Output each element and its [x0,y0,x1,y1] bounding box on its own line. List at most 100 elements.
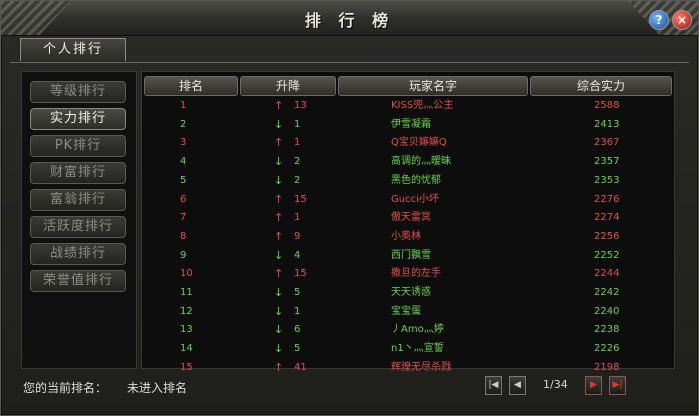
column-header-power[interactable]: 综合实力 [530,76,672,96]
change-cell: 1 [294,137,301,149]
player-name-cell: KISS兜灬公主 [391,100,454,111]
category-activity-button[interactable]: 活跃度排行 [30,216,126,238]
change-cell: 2 [294,174,301,186]
table-row[interactable]: 4 ↓ 2 高调的灬暧昧 2357 [142,155,674,169]
power-cell: 2256 [594,230,620,242]
arrow-icon: ↓ [274,155,284,169]
tab-personal-ranking[interactable]: 个人排行 [20,38,126,61]
rank-cell: 5 [180,174,187,186]
power-cell: 2226 [594,343,620,355]
column-header-name[interactable]: 玩家名字 [338,76,528,96]
category-rich-button[interactable]: 富翁排行 [30,189,126,211]
ranking-table: 排名 升降 玩家名字 综合实力 1 ↑ 13 KISS兜灬公主 2588 2 ↓ 1 伊雪凝霜 2… [141,71,675,374]
rank-cell: 11 [180,287,193,298]
change-cell: 4 [294,249,301,261]
table-row[interactable]: 11 ↓ 5 天天诱惑 2242 [142,286,674,300]
table-row[interactable]: 6 ↑ 15 Gucci小坏 2276 [142,193,674,207]
table-row[interactable]: 1 ↑ 13 KISS兜灬公主 2588 [142,99,674,113]
arrow-icon: ↓ [274,286,284,299]
player-name-cell: 丿Amo灬婷 [391,324,444,336]
arrow-icon: ↑ [274,267,284,281]
player-name-cell: 傲天雷冥 [391,212,431,224]
power-cell: 2240 [594,305,620,317]
rank-cell: 10 [180,268,193,280]
player-name-cell: Gucci小坏 [391,193,439,205]
power-cell: 2276 [594,193,620,205]
page-indicator: 1/34 [543,378,568,391]
close-button[interactable]: × [672,10,692,30]
arrow-icon: ↓ [274,342,284,356]
rank-cell: 9 [180,249,187,261]
power-cell: 2242 [594,287,620,298]
table-row[interactable]: 13 ↓ 6 丿Amo灬婷 2238 [142,323,674,337]
current-rank-value: 未进入排名 [127,381,188,395]
tab-bar: 个人排行 [10,38,689,63]
rank-cell: 15 [180,361,193,373]
table-row[interactable]: 9 ↓ 4 西门飘雪 2252 [142,249,674,263]
power-cell: 2198 [594,361,620,373]
table-row[interactable]: 12 ↓ 1 宝宝蛋 2240 [142,305,674,319]
arrow-icon: ↓ [274,173,284,187]
rank-cell: 3 [180,137,187,149]
change-cell: 9 [294,230,301,242]
power-cell: 2353 [594,174,620,186]
arrow-icon: ↑ [274,360,284,374]
change-cell: 1 [294,212,301,224]
column-header-rank[interactable]: 排名 [144,76,238,96]
player-name-cell: 西门飘雪 [391,249,431,261]
player-name-cell: 黑色的忧郁 [391,174,441,186]
rank-cell: 13 [180,324,193,336]
table-row[interactable]: 3 ↑ 1 Q宝贝嫲嫲Q 2367 [142,136,674,150]
change-cell: 15 [294,193,307,205]
ranking-window: 排 行 榜 ? × 个人排行 等级排行 实力排行 PK排行 财富排行 富翁排行 … [0,0,699,416]
change-cell: 15 [294,268,307,280]
player-name-cell: 小奥林 [391,230,421,242]
change-cell: 13 [294,100,307,111]
category-power-button[interactable]: 实力排行 [30,108,126,130]
rank-cell: 1 [180,100,187,111]
change-cell: 5 [294,343,301,355]
power-cell: 2413 [594,118,620,130]
power-cell: 2244 [594,268,620,280]
arrow-icon: ↑ [274,229,284,243]
power-cell: 2238 [594,324,620,336]
table-row[interactable]: 14 ↓ 5 n1丶灬宣誓 2226 [142,342,674,356]
column-header-change[interactable]: 升降 [240,76,336,96]
table-row[interactable]: 15 ↑ 41 辉煌无尽杀戮 2198 [142,361,674,375]
table-row[interactable]: 7 ↑ 1 傲天雷冥 2274 [142,211,674,225]
player-name-cell: 辉煌无尽杀戮 [391,361,451,373]
change-cell: 5 [294,287,301,298]
arrow-icon: ↑ [274,211,284,225]
prev-page-icon[interactable]: ◀ [509,376,526,395]
category-battle-button[interactable]: 战绩排行 [30,243,126,265]
table-row[interactable]: 8 ↑ 9 小奥林 2256 [142,230,674,244]
power-cell: 2252 [594,249,620,261]
player-name-cell: Q宝贝嫲嫲Q [391,137,447,149]
next-page-icon[interactable]: ▶ [585,376,602,395]
table-row[interactable]: 5 ↓ 2 黑色的忧郁 2353 [142,174,674,188]
rank-cell: 7 [180,212,187,224]
table-row[interactable]: 2 ↓ 1 伊雪凝霜 2413 [142,118,674,132]
category-honor-button[interactable]: 荣誉值排行 [30,270,126,292]
change-cell: 6 [294,324,301,336]
rank-cell: 6 [180,193,187,205]
first-page-icon[interactable]: |◀ [485,376,502,395]
help-button[interactable]: ? [649,10,669,30]
category-pk-button[interactable]: PK排行 [30,135,126,157]
arrow-icon: ↓ [274,323,284,337]
rank-cell: 8 [180,230,187,242]
window-title: 排 行 榜 [304,11,395,30]
player-name-cell: 宝宝蛋 [391,305,421,317]
title-bar[interactable]: 排 行 榜 ? × [1,1,698,36]
current-rank-label: 您的当前排名： [23,381,108,395]
player-name-cell: 伊雪凝霜 [391,118,431,130]
table-row[interactable]: 10 ↑ 15 撒旦的左手 2244 [142,267,674,281]
arrow-icon: ↑ [274,192,284,206]
arrow-icon: ↓ [274,248,284,262]
category-level-button[interactable]: 等级排行 [30,81,126,103]
rank-cell: 2 [180,118,187,130]
last-page-icon[interactable]: ▶| [609,376,626,395]
category-sidebar: 等级排行 实力排行 PK排行 财富排行 富翁排行 活跃度排行 战绩排行 荣誉值排… [21,71,137,369]
arrow-icon: ↑ [274,99,284,112]
category-wealth-button[interactable]: 财富排行 [30,162,126,184]
